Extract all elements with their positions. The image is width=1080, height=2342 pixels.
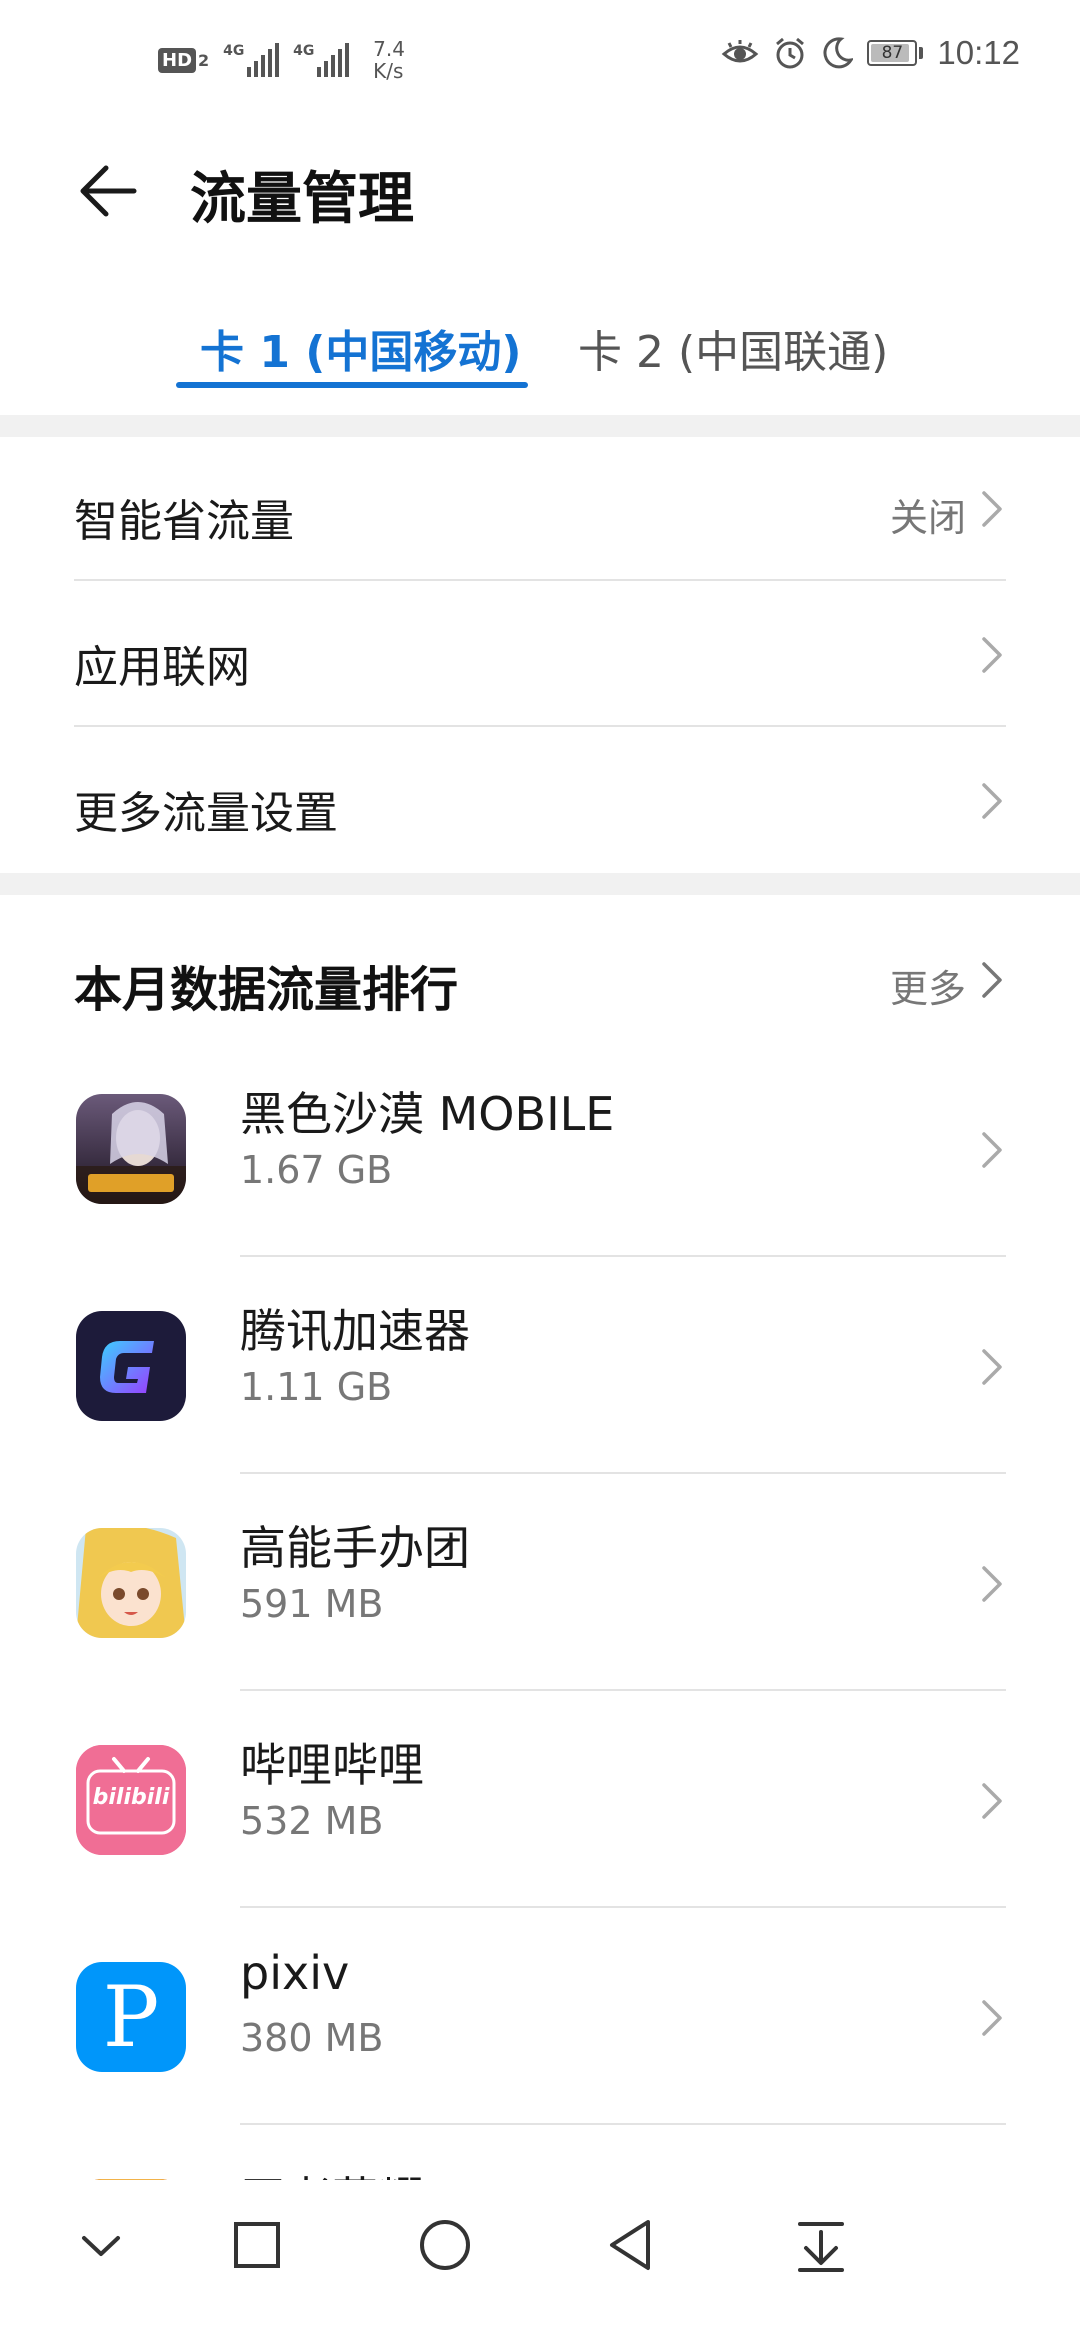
- black-desert-icon: [76, 1094, 186, 1204]
- app-name: 哔哩哔哩: [240, 1738, 424, 1792]
- smart-data-saver-row[interactable]: 智能省流量 关闭: [0, 437, 1080, 581]
- sim1-signal-icon: 4G: [223, 43, 280, 77]
- app-usage-row[interactable]: 黑色沙漠 MOBILE 1.67 GB: [0, 1040, 1080, 1257]
- battery-icon: 87: [867, 40, 924, 66]
- ranking-more-link[interactable]: 更多: [890, 958, 966, 1013]
- app-data-usage: 380 MB: [240, 2016, 384, 2060]
- sim2-signal-icon: 4G: [293, 43, 350, 77]
- page-title: 流量管理: [190, 167, 414, 232]
- app-data-usage: 591 MB: [240, 1582, 384, 1626]
- network-speed: 7.4 K/s: [373, 38, 405, 82]
- notification-pull-down-icon[interactable]: [786, 2210, 856, 2280]
- home-circle-icon[interactable]: [410, 2210, 480, 2280]
- tab-sim1[interactable]: 卡 1 (中国移动): [200, 316, 521, 380]
- app-name: pixiv: [240, 1946, 350, 2000]
- app-data-usage: 532 MB: [240, 1799, 384, 1843]
- back-triangle-icon[interactable]: [596, 2210, 666, 2280]
- clock: 10:12: [937, 34, 1020, 71]
- chevron-right-icon: [982, 783, 1002, 819]
- tencent-accelerator-icon: [76, 1311, 186, 1421]
- app-name: 腾讯加速器: [240, 1304, 470, 1358]
- app-usage-row[interactable]: bilibili 哔哩哔哩 532 MB: [0, 1691, 1080, 1908]
- app-data-usage: 1.67 GB: [240, 1148, 393, 1192]
- chevron-right-icon: [982, 1783, 1002, 1819]
- sim-tabs: 卡 1 (中国移动) 卡 2 (中国联通): [0, 300, 1080, 394]
- hd-label: HD: [158, 47, 197, 73]
- hd-voice-icon: HD 2: [158, 47, 210, 73]
- app-bar: 流量管理: [0, 130, 1080, 250]
- pixiv-icon: P: [76, 1962, 186, 2072]
- section-separator: [0, 873, 1080, 895]
- do-not-disturb-moon-icon: [823, 37, 854, 69]
- recent-apps-square-icon[interactable]: [222, 2210, 292, 2280]
- more-data-settings-label: 更多流量设置: [74, 788, 338, 839]
- more-data-settings-row[interactable]: 更多流量设置: [0, 729, 1080, 873]
- tab-indicator: [176, 382, 528, 388]
- status-bar: HD 2 4G 4G 7.4 K/s 87 10:12: [0, 0, 1080, 120]
- app-network-access-row[interactable]: 应用联网: [0, 583, 1080, 727]
- sim1-network-type: 4G: [223, 43, 245, 59]
- data-ranking-title: 本月数据流量排行: [74, 962, 459, 1018]
- battery-level: 87: [881, 43, 904, 63]
- alarm-icon: [776, 37, 805, 69]
- bilibili-icon-text: bilibili: [92, 1785, 170, 1810]
- app-usage-row[interactable]: 腾讯加速器 1.11 GB: [0, 1257, 1080, 1474]
- chevron-right-icon: [982, 491, 1002, 527]
- app-name: 黑色沙漠 MOBILE: [240, 1087, 615, 1141]
- chevron-right-icon: [982, 1132, 1002, 1168]
- speed-value: 7.4: [373, 37, 405, 61]
- chevron-right-icon: [982, 1566, 1002, 1602]
- tab-sim2[interactable]: 卡 2 (中国联通): [578, 316, 888, 380]
- divider: [74, 725, 1006, 727]
- app-usage-row[interactable]: 高能手办团 591 MB: [0, 1474, 1080, 1691]
- smart-data-saver-label: 智能省流量: [74, 496, 294, 547]
- chevron-right-icon[interactable]: [980, 960, 1004, 1000]
- speed-unit: K/s: [373, 59, 404, 83]
- status-right: 87 10:12: [721, 34, 1020, 72]
- hd-sim-number: 2: [198, 50, 210, 70]
- sim2-network-type: 4G: [293, 43, 315, 59]
- figure-team-icon: [76, 1528, 186, 1638]
- eye-comfort-icon: [722, 40, 759, 63]
- app-usage-row[interactable]: P pixiv 380 MB: [0, 1908, 1080, 2125]
- bilibili-icon: bilibili: [76, 1745, 186, 1855]
- system-navigation-bar: [0, 2180, 1080, 2310]
- pixiv-icon-letter: P: [102, 1968, 160, 2066]
- chevron-right-icon: [982, 2000, 1002, 2036]
- chevron-down-icon[interactable]: [66, 2210, 136, 2280]
- chevron-right-icon: [982, 637, 1002, 673]
- section-separator: [0, 415, 1080, 437]
- app-data-usage: 1.11 GB: [240, 1365, 393, 1409]
- divider: [74, 579, 1006, 581]
- app-name: 高能手办团: [240, 1521, 470, 1575]
- status-left: HD 2 4G 4G 7.4 K/s: [158, 38, 405, 82]
- chevron-right-icon: [982, 1349, 1002, 1385]
- app-network-access-label: 应用联网: [74, 642, 250, 693]
- smart-data-saver-value: 关闭: [889, 496, 966, 540]
- back-arrow-icon[interactable]: [74, 156, 144, 226]
